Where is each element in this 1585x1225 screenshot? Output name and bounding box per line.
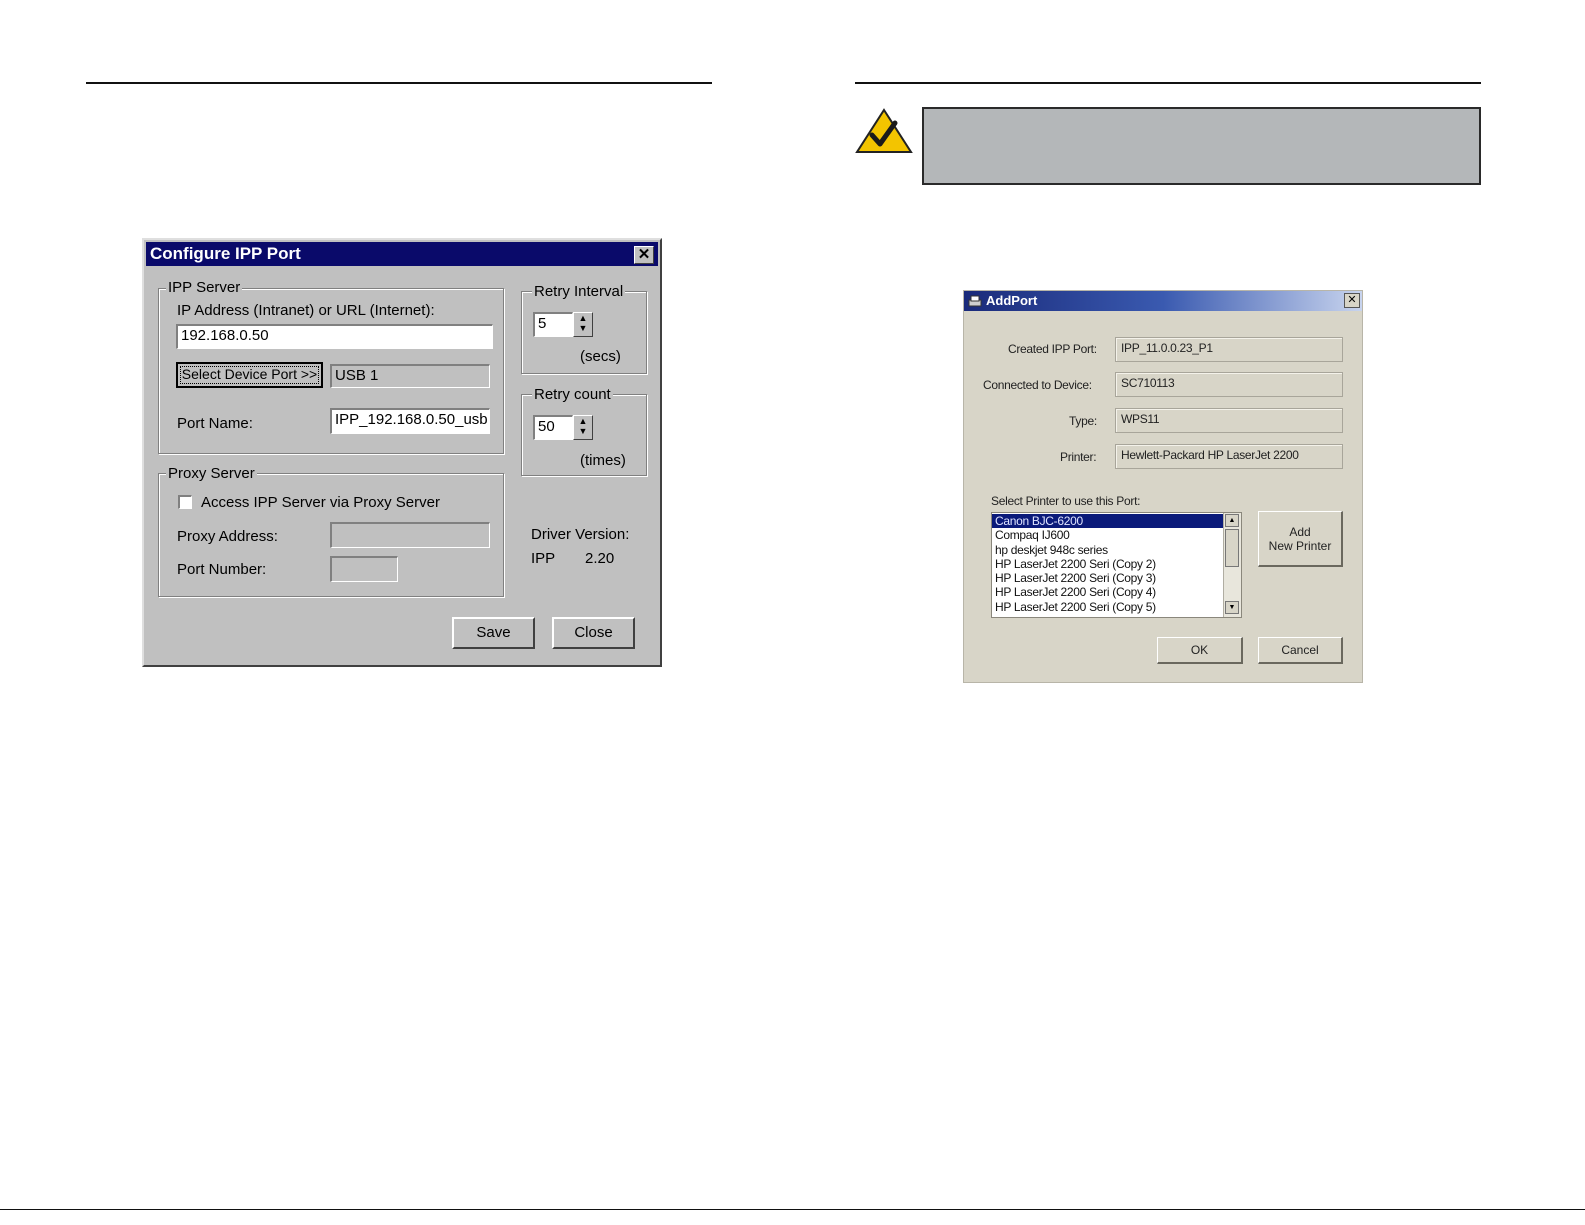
scroll-up-icon[interactable]: ▲	[1225, 514, 1239, 527]
proxy-address-label: Proxy Address:	[177, 528, 278, 545]
type-label: Type:	[1069, 414, 1097, 428]
port-number-input	[330, 556, 398, 582]
retry-count-unit: (times)	[580, 452, 626, 469]
spin-up-icon[interactable]: ▲	[574, 416, 592, 426]
ipp-server-group-label: IPP Server	[166, 279, 243, 296]
created-ipp-port-label: Created IPP Port:	[1008, 342, 1097, 356]
ok-button-label: OK	[1190, 643, 1209, 657]
type-field: WPS11	[1115, 408, 1343, 433]
retry-count-input[interactable]: 50	[533, 415, 573, 440]
checkmark-note-icon	[854, 107, 914, 155]
ip-address-input[interactable]: 192.168.0.50	[176, 324, 493, 349]
select-device-port-label: Select Device Port >>	[181, 366, 318, 382]
scroll-thumb[interactable]	[1225, 529, 1239, 567]
retry-count-group-label: Retry count	[532, 386, 613, 403]
ip-address-label: IP Address (Intranet) or URL (Internet):	[177, 302, 435, 319]
close-button[interactable]: Close	[552, 617, 635, 649]
device-port-field: USB 1	[330, 364, 490, 388]
port-number-label: Port Number:	[177, 561, 267, 578]
scroll-down-icon[interactable]: ▼	[1225, 601, 1239, 614]
ok-button[interactable]: OK	[1157, 637, 1243, 664]
printer-label: Printer:	[1060, 450, 1097, 464]
driver-name: IPP	[531, 550, 556, 567]
save-button-label: Save	[476, 624, 511, 641]
created-ipp-port-field: IPP_11.0.0.23_P1	[1115, 337, 1343, 362]
printer-list-item[interactable]: HP LaserJet 2200 Seri (Copy 4)	[992, 585, 1223, 599]
bottom-rule	[0, 1209, 1585, 1210]
cancel-button[interactable]: Cancel	[1258, 637, 1343, 664]
connected-device-field: SC710113	[1115, 372, 1343, 397]
left-page-top-rule	[86, 82, 712, 84]
printer-list-item[interactable]: Compaq IJ600	[992, 528, 1223, 542]
cancel-button-label: Cancel	[1281, 643, 1319, 657]
printer-list-item[interactable]: Canon BJC-6200	[992, 514, 1223, 529]
retry-interval-spinner[interactable]: ▲ ▼	[573, 312, 593, 337]
printer-field: Hewlett-Packard HP LaserJet 2200	[1115, 444, 1343, 469]
add-new-printer-label-2: New Printer	[1268, 539, 1332, 553]
close-button-label: Close	[574, 624, 613, 641]
proxy-checkbox-label[interactable]: Access IPP Server via Proxy Server	[201, 494, 440, 512]
configure-ipp-port-dialog: Configure IPP Port ✕ IPP Server IP Addre…	[142, 238, 662, 667]
printer-app-icon	[968, 294, 982, 308]
addport-title-bar[interactable]: AddPort	[964, 291, 1362, 311]
dialog-title: Configure IPP Port	[150, 244, 301, 263]
driver-version-number: 2.20	[585, 550, 615, 567]
note-box	[922, 107, 1481, 185]
printer-list-item[interactable]: HP LaserJet 2200 Seri (Copy 5)	[992, 600, 1223, 614]
list-scrollbar[interactable]: ▲ ▼	[1223, 513, 1241, 617]
addport-dialog: AddPort ✕ Created IPP Port: IPP_11.0.0.2…	[963, 290, 1363, 683]
printer-list[interactable]: Canon BJC-6200 Compaq IJ600 hp deskjet 948…	[991, 512, 1242, 618]
retry-interval-unit: (secs)	[580, 348, 621, 365]
close-icon[interactable]: ✕	[634, 246, 654, 264]
proxy-address-input	[330, 522, 490, 548]
spin-up-icon[interactable]: ▲	[574, 313, 592, 323]
dialog-title-bar[interactable]: Configure IPP Port	[146, 242, 658, 266]
printer-list-item[interactable]: HP LaserJet 2200 Seri (Copy 2)	[992, 557, 1223, 571]
close-icon[interactable]: ✕	[1344, 293, 1360, 308]
right-page-top-rule	[855, 82, 1481, 84]
retry-count-spinner[interactable]: ▲ ▼	[573, 415, 593, 440]
port-name-label: Port Name:	[177, 415, 253, 432]
addport-title: AddPort	[986, 293, 1038, 308]
add-new-printer-button[interactable]: Add New Printer	[1258, 511, 1343, 567]
connected-device-label: Connected to Device:	[983, 378, 1092, 392]
add-new-printer-label-1: Add	[1289, 525, 1311, 539]
driver-version-label: Driver Version:	[531, 526, 630, 543]
spin-down-icon[interactable]: ▼	[574, 323, 592, 333]
retry-interval-group-label: Retry Interval	[532, 283, 626, 300]
printer-list-item[interactable]: HP LaserJet 2200 Seri (Copy 3)	[992, 571, 1223, 585]
save-button[interactable]: Save	[452, 617, 535, 649]
printer-list-items: Canon BJC-6200 Compaq IJ600 hp deskjet 948…	[992, 514, 1223, 614]
select-printer-label: Select Printer to use this Port:	[991, 494, 1141, 508]
proxy-checkbox[interactable]	[178, 495, 192, 509]
proxy-server-group-label: Proxy Server	[166, 465, 257, 482]
printer-list-item[interactable]: hp deskjet 948c series	[992, 543, 1223, 557]
port-name-input[interactable]: IPP_192.168.0.50_usb	[330, 408, 490, 434]
retry-interval-input[interactable]: 5	[533, 312, 573, 337]
spin-down-icon[interactable]: ▼	[574, 426, 592, 436]
select-device-port-button[interactable]: Select Device Port >>	[176, 362, 323, 388]
